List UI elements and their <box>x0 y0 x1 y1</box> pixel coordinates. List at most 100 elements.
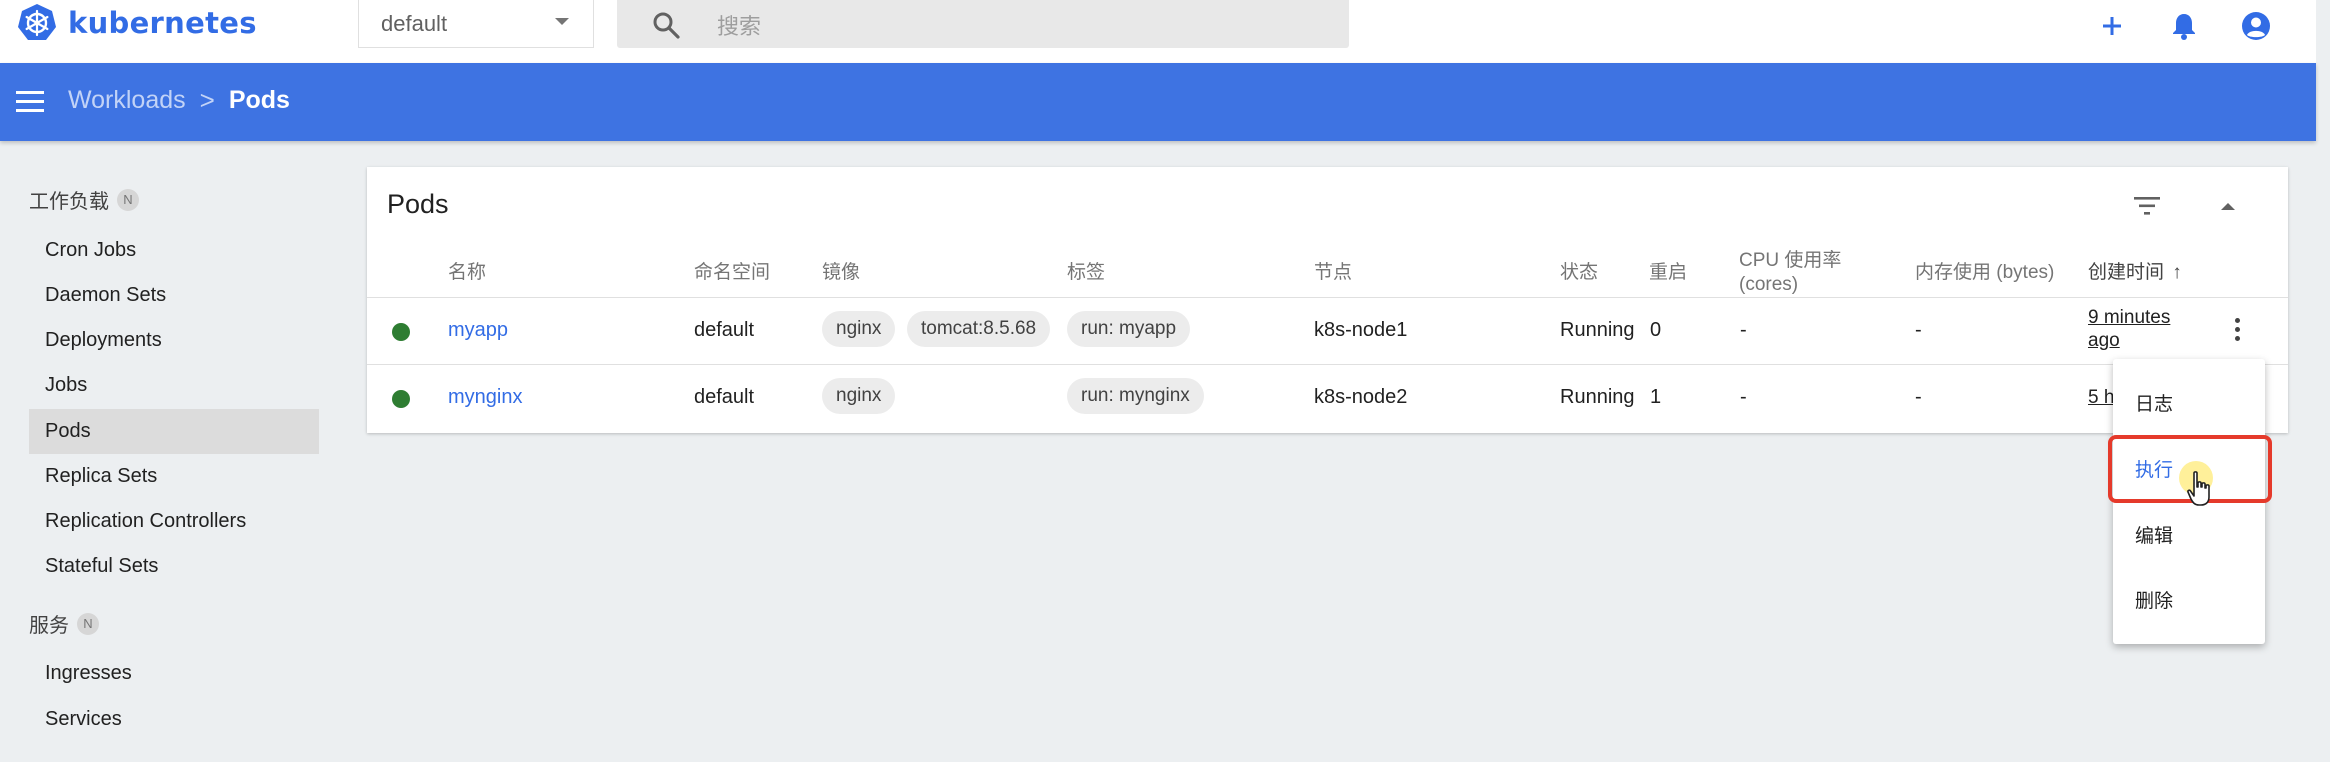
pod-status: Running <box>1560 386 1635 408</box>
chevron-right-icon: > <box>199 85 215 115</box>
account-icon <box>2242 12 2270 40</box>
sidebar: 工作负载 N Cron Jobs Daemon Sets Deployments… <box>0 141 340 762</box>
search-icon <box>653 12 680 39</box>
toolbar: Workloads > Pods <box>0 63 2316 141</box>
sidebar-item-replica-sets[interactable]: Replica Sets <box>29 454 319 499</box>
more-vert-icon[interactable] <box>2235 318 2243 344</box>
notifications-button[interactable] <box>2166 8 2202 44</box>
sidebar-item-pods[interactable]: Pods <box>29 409 319 454</box>
sort-ascending-icon: ↑ <box>2172 262 2182 283</box>
hand-cursor-icon <box>2187 471 2210 506</box>
sidebar-item-daemon-sets[interactable]: Daemon Sets <box>29 273 319 318</box>
search-bar[interactable]: 搜索 <box>617 0 1349 48</box>
hamburger-menu-icon[interactable] <box>16 91 44 113</box>
pod-cpu: - <box>1740 386 1747 408</box>
label-chip: run: myapp <box>1067 311 1191 347</box>
sidebar-section-workloads[interactable]: 工作负载 N <box>29 185 139 214</box>
sidebar-section-label: 工作负载 <box>29 191 109 213</box>
breadcrumb: Workloads > Pods <box>68 85 290 116</box>
search-input[interactable]: 搜索 <box>717 9 761 41</box>
card-title: Pods <box>387 189 449 219</box>
column-header-created[interactable]: 创建时间 ↑ <box>2088 261 2182 285</box>
sidebar-item-label: Daemon Sets <box>45 284 167 306</box>
sidebar-item-jobs[interactable]: Jobs <box>29 363 319 408</box>
namespaced-badge: N <box>117 188 139 211</box>
kubernetes-logo[interactable]: kubernetes <box>16 2 257 44</box>
sidebar-item-label: Services <box>45 708 122 730</box>
caret-down-icon <box>555 18 569 25</box>
add-icon <box>2103 17 2121 35</box>
top-actions <box>2058 6 2316 46</box>
breadcrumb-current: Pods <box>228 86 290 114</box>
filter-icon[interactable] <box>2132 195 2162 217</box>
created-line2: ago <box>2088 330 2120 351</box>
brand-name: kubernetes <box>68 6 257 40</box>
pod-node[interactable]: k8s-node2 <box>1314 386 1407 409</box>
pod-restarts: 1 <box>1650 386 1662 408</box>
sidebar-item-stateful-sets[interactable]: Stateful Sets <box>29 544 319 589</box>
status-running-icon <box>392 390 410 408</box>
column-header-node: 节点 <box>1314 262 1353 283</box>
sidebar-item-label: Replica Sets <box>45 465 158 487</box>
label-chip: run: mynginx <box>1067 378 1204 414</box>
sidebar-item-services[interactable]: Services <box>29 697 319 742</box>
sidebar-section-services[interactable]: 服务 N <box>29 609 99 638</box>
pod-node[interactable]: k8s-node1 <box>1314 319 1407 342</box>
menu-item-delete[interactable]: 删除 <box>2113 569 2265 629</box>
namespace-select[interactable]: default <box>358 0 594 48</box>
pod-memory: - <box>1915 319 1922 341</box>
status-running-icon <box>392 323 410 341</box>
sidebar-item-label: Replication Controllers <box>45 510 247 532</box>
column-header-memory: 内存使用 (bytes) <box>1915 262 2055 283</box>
cpu-header-line1: CPU 使用率 <box>1739 250 1842 271</box>
column-header-restarts: 重启 <box>1649 262 1688 283</box>
image-chip: nginx <box>822 311 896 347</box>
pod-restarts: 0 <box>1650 319 1662 341</box>
sidebar-item-label: Deployments <box>45 329 162 351</box>
table-row[interactable]: mynginx default nginx run: mynginx k8s-n… <box>367 364 2288 431</box>
sidebar-item-label: Ingresses <box>45 662 132 684</box>
pod-memory: - <box>1915 386 1922 408</box>
pods-card: Pods 名称 命名空间 镜像 标签 节点 状态 重启 CPU 使用率 (cor… <box>367 167 2288 433</box>
sidebar-item-replication-controllers[interactable]: Replication Controllers <box>29 499 319 544</box>
collapse-icon[interactable] <box>2221 203 2235 210</box>
column-header-name[interactable]: 名称 <box>448 261 486 285</box>
sidebar-item-label: Stateful Sets <box>45 555 159 577</box>
pod-name-link[interactable]: mynginx <box>448 386 522 409</box>
column-header-images: 镜像 <box>822 262 861 283</box>
top-bar: kubernetes default 搜索 <box>0 0 2316 63</box>
sidebar-item-deployments[interactable]: Deployments <box>29 318 319 363</box>
sidebar-section-label: 服务 <box>29 615 69 637</box>
add-button[interactable] <box>2094 8 2130 44</box>
column-header-status: 状态 <box>1560 262 1599 283</box>
pod-namespace: default <box>694 386 755 408</box>
sidebar-item-ingresses[interactable]: Ingresses <box>29 651 319 696</box>
pod-namespace: default <box>694 319 755 341</box>
account-button[interactable] <box>2238 8 2274 44</box>
cpu-header-line2: (cores) <box>1739 274 1799 295</box>
created-line1: 5 h <box>2088 387 2115 408</box>
sidebar-item-cron-jobs[interactable]: Cron Jobs <box>29 228 319 273</box>
menu-item-logs[interactable]: 日志 <box>2113 372 2265 432</box>
image-chip: nginx <box>822 378 896 414</box>
pod-name-link[interactable]: myapp <box>448 319 508 342</box>
sidebar-item-label: Pods <box>45 420 91 442</box>
created-header-label: 创建时间 <box>2088 262 2165 283</box>
column-header-namespace: 命名空间 <box>694 262 771 283</box>
column-header-cpu: CPU 使用率 (cores) <box>1739 249 1841 297</box>
sidebar-item-label: Cron Jobs <box>45 239 137 261</box>
pod-created: 5 h <box>2088 386 2114 409</box>
table-row[interactable]: myapp default nginx tomcat:8.5.68 run: m… <box>367 297 2288 364</box>
pod-created: 9 minutes ago <box>2088 306 2170 352</box>
namespaced-badge: N <box>77 612 99 635</box>
kubernetes-wheel-icon <box>18 4 56 40</box>
menu-item-edit[interactable]: 编辑 <box>2113 504 2265 564</box>
pod-cpu: - <box>1740 319 1747 341</box>
column-header-labels: 标签 <box>1067 262 1106 283</box>
sidebar-item-label: Jobs <box>45 374 88 396</box>
created-line1: 9 minutes <box>2088 307 2171 328</box>
namespace-value: default <box>381 10 448 36</box>
pod-status: Running <box>1560 319 1635 341</box>
breadcrumb-workloads[interactable]: Workloads <box>68 86 186 115</box>
image-chip: tomcat:8.5.68 <box>907 311 1051 347</box>
